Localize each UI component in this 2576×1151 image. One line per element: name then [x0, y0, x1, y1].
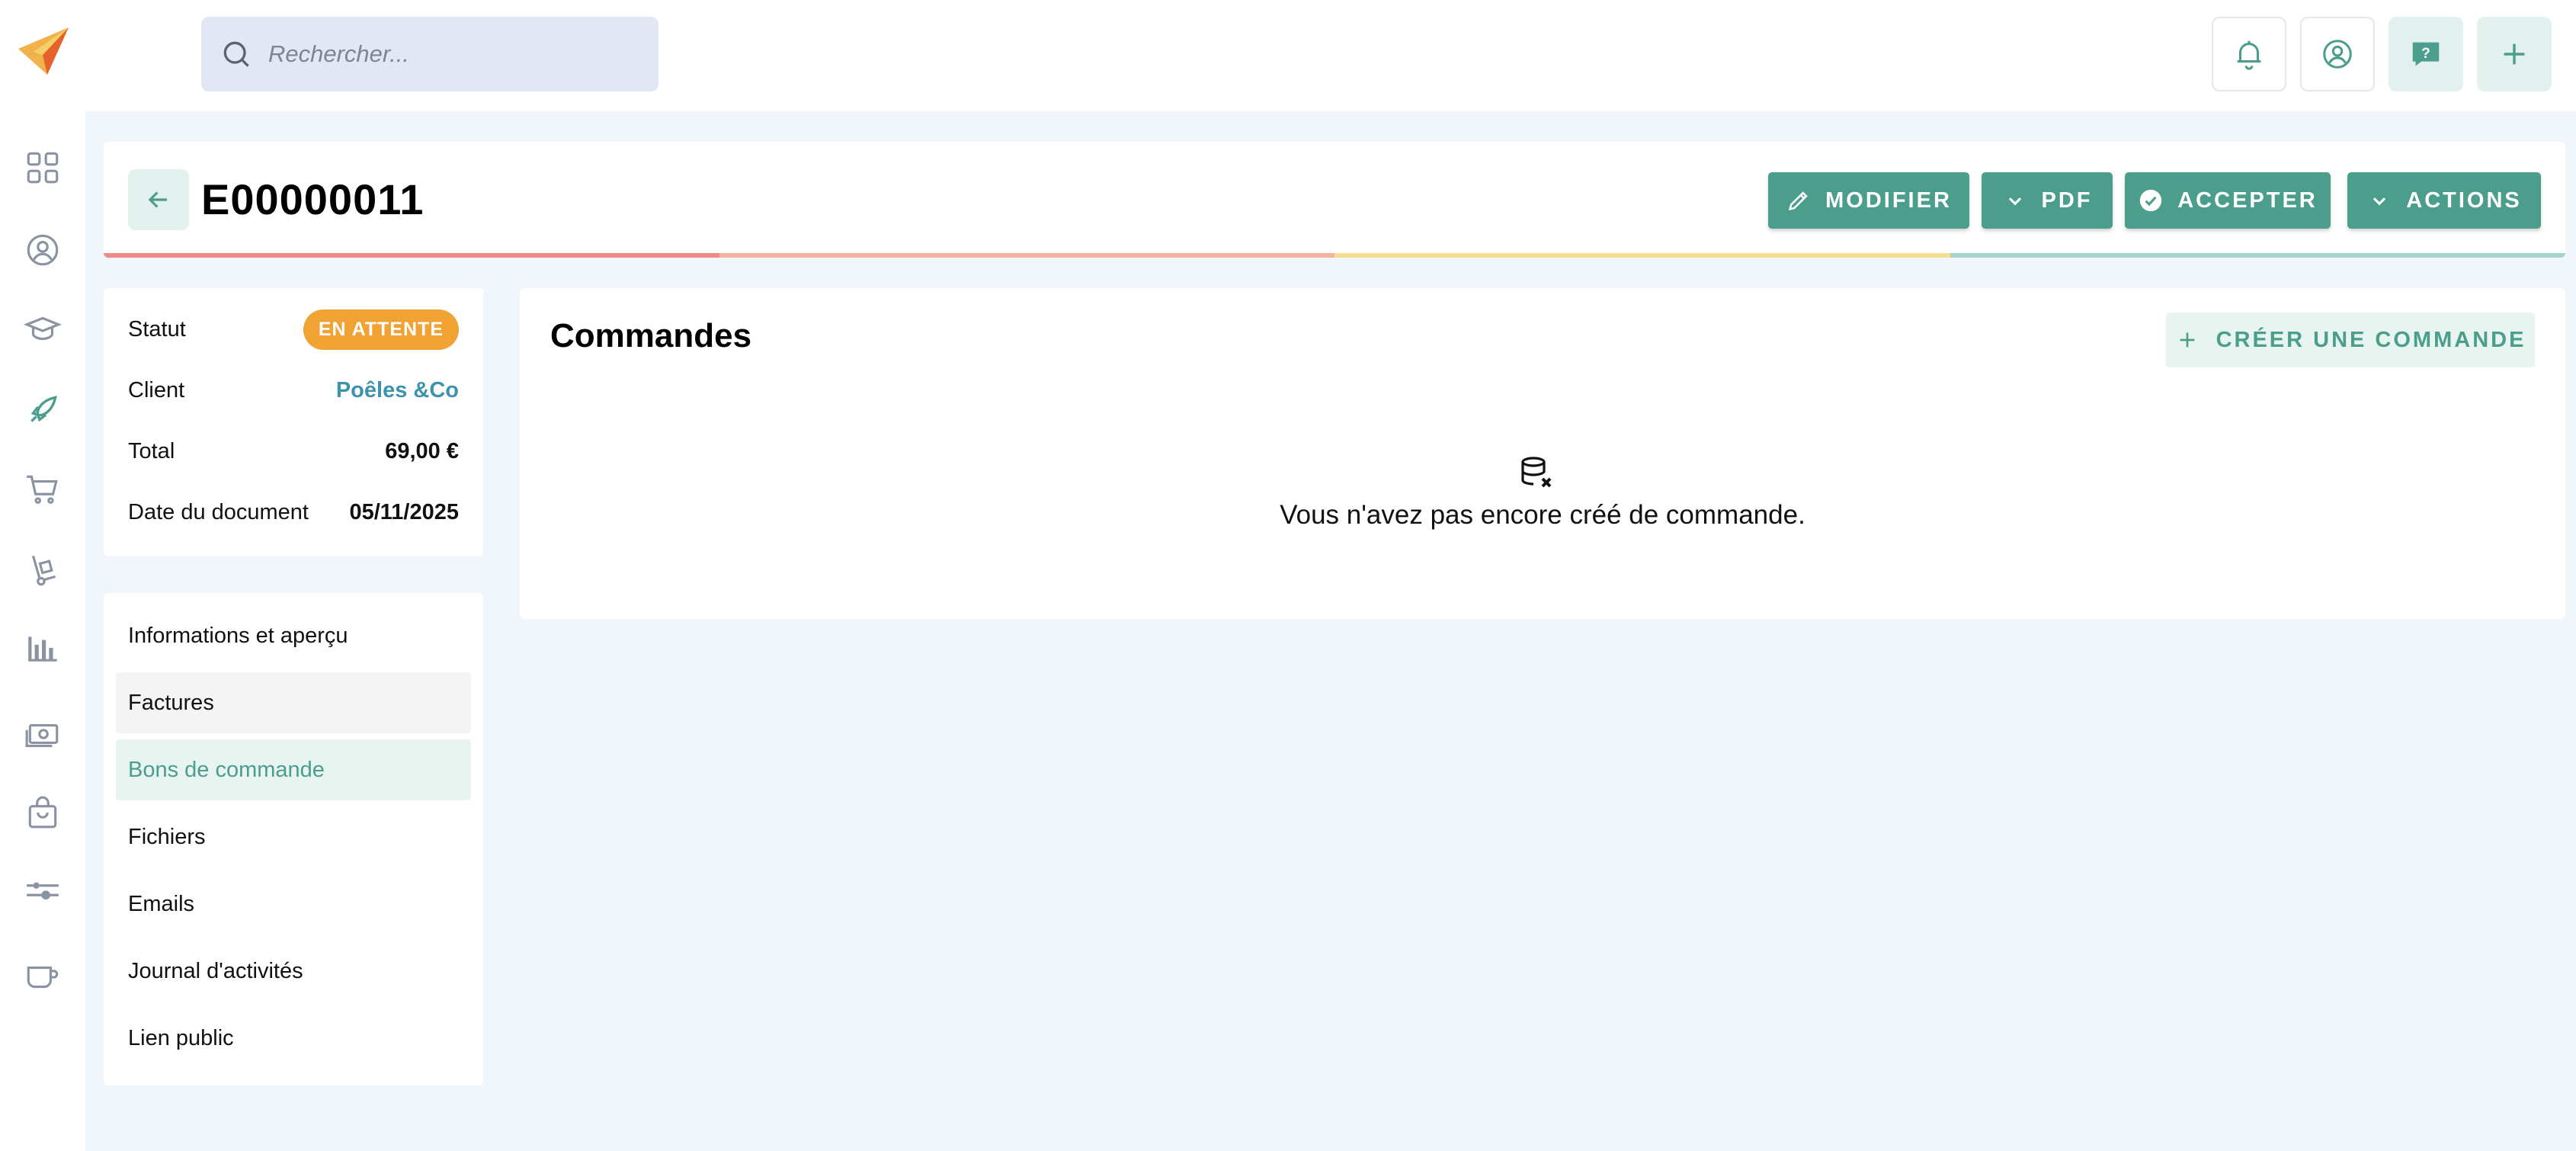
chevron-down-icon [2373, 197, 2386, 206]
plus-icon [2180, 332, 2194, 348]
document-summary: Statut EN ATTENTE Client Poêles &Co Tota… [104, 288, 483, 556]
modifier-button[interactable]: MODIFIER [1768, 172, 1969, 229]
empty-state-message: Vous n'avez pas encore créé de commande. [1280, 500, 1805, 530]
search-box[interactable] [201, 17, 658, 91]
user-circle-icon [27, 234, 59, 266]
status-row: Statut EN ATTENTE [128, 306, 459, 352]
chevron-down-icon [2008, 197, 2021, 206]
database-x-icon [1521, 457, 1552, 488]
nav-logistics[interactable] [20, 547, 66, 593]
nav-item-factures[interactable]: Factures [116, 672, 471, 733]
nav-item-lien-public[interactable]: Lien public [116, 1008, 471, 1069]
modifier-label: MODIFIER [1825, 188, 1952, 213]
accepter-label: ACCEPTER [2177, 188, 2318, 213]
mug-icon [27, 967, 59, 989]
status-badge: EN ATTENTE [303, 309, 459, 350]
actions-button[interactable]: ACTIONS [2347, 172, 2541, 229]
nav-contacts[interactable] [20, 227, 66, 273]
pdf-button[interactable]: PDF [1982, 172, 2113, 229]
left-rail [0, 0, 85, 1151]
nav-dashboard[interactable] [20, 145, 66, 191]
user-circle-icon [2323, 40, 2352, 69]
arrow-left-icon [148, 191, 168, 208]
nav-item-fichiers[interactable]: Fichiers [116, 806, 471, 867]
date-row: Date du document 05/11/2025 [128, 489, 459, 535]
nav-training[interactable] [20, 306, 66, 352]
progress-segment [719, 253, 1334, 258]
client-row: Client Poêles &Co [128, 367, 459, 413]
shopping-bag-icon [28, 796, 57, 829]
dashboard-icon [27, 152, 59, 184]
app-logo[interactable] [17, 26, 70, 76]
document-header: E00000011 MODIFIER PDF ACCEPTER ACTIONS [104, 142, 2565, 258]
paper-plane-logo-icon [18, 27, 69, 75]
nav-item-emails[interactable]: Emails [116, 874, 471, 935]
client-link[interactable]: Poêles &Co [336, 378, 459, 403]
nav-settings[interactable] [20, 867, 66, 913]
actions-label: ACTIONS [2406, 188, 2522, 213]
add-button[interactable] [2477, 17, 2552, 91]
notifications-button[interactable] [2212, 17, 2286, 91]
money-icon [25, 723, 59, 748]
progress-segment [1950, 253, 2565, 258]
pencil-icon [1789, 191, 1808, 211]
profile-button[interactable] [2300, 17, 2375, 91]
date-label: Date du document [128, 499, 309, 524]
section-title: Commandes [550, 317, 752, 354]
nav-item-informations[interactable]: Informations et aperçu [116, 605, 471, 666]
search-input[interactable] [268, 17, 642, 91]
bell-icon [2237, 40, 2261, 70]
plus-icon [2504, 43, 2525, 65]
sliders-icon [27, 882, 59, 900]
bar-chart-icon [28, 636, 57, 662]
create-order-button[interactable]: CRÉER UNE COMMANDE [2166, 313, 2535, 367]
commandes-panel: Commandes CRÉER UNE COMMANDE Vous n'avez… [520, 288, 2565, 619]
date-value: 05/11/2025 [349, 499, 459, 524]
check-circle-icon [2140, 189, 2162, 212]
pdf-label: PDF [2041, 188, 2093, 213]
svg-text:?: ? [2421, 46, 2430, 62]
total-value: 69,00 € [385, 438, 459, 463]
progress-segment [104, 253, 719, 258]
nav-item-bons-de-commande[interactable]: Bons de commande [116, 739, 471, 800]
total-label: Total [128, 438, 175, 463]
nav-sales[interactable] [20, 387, 66, 433]
search-icon [223, 41, 249, 67]
back-button[interactable] [128, 169, 189, 230]
accepter-button[interactable]: ACCEPTER [2125, 172, 2331, 229]
status-progress-bar [104, 253, 2565, 258]
progress-segment [1334, 253, 1950, 258]
nav-item-journal[interactable]: Journal d'activités [116, 941, 471, 1002]
nav-break[interactable] [20, 953, 66, 999]
total-row: Total 69,00 € [128, 428, 459, 474]
page-title: E00000011 [201, 175, 425, 223]
status-label: Statut [128, 316, 186, 341]
hand-truck-icon [31, 555, 56, 586]
cart-icon [27, 475, 58, 504]
top-bar: ? [85, 0, 2576, 111]
client-label: Client [128, 377, 185, 402]
nav-shop[interactable] [20, 466, 66, 512]
help-button[interactable]: ? [2389, 17, 2463, 91]
nav-finance[interactable] [20, 712, 66, 758]
help-chat-icon: ? [2412, 42, 2440, 66]
nav-purchases[interactable] [20, 790, 66, 835]
document-nav: Informations et aperçu Factures Bons de … [104, 593, 483, 1085]
graduation-cap-icon [24, 316, 62, 341]
create-order-label: CRÉER UNE COMMANDE [2216, 327, 2526, 352]
rocket-icon [30, 396, 57, 422]
nav-stats[interactable] [20, 625, 66, 671]
